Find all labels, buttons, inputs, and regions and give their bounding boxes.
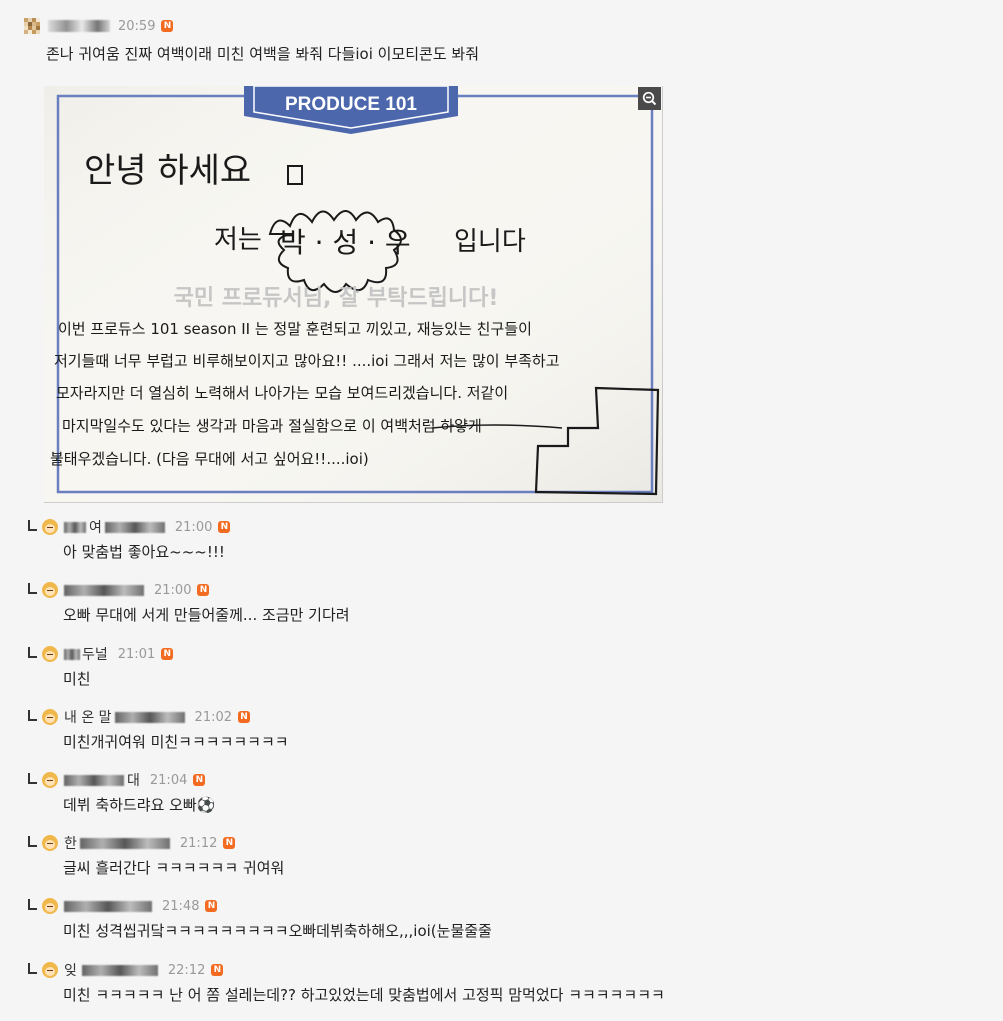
new-badge-icon: N <box>197 584 210 596</box>
comment-header: 여 21:00 N <box>28 517 231 537</box>
comment-nickname[interactable] <box>64 584 144 596</box>
reply-arrow-icon <box>28 519 37 531</box>
new-badge-icon: N <box>193 774 206 786</box>
avatar-icon[interactable] <box>42 772 58 788</box>
letter-photo[interactable]: PRODUCE 101 안녕 하세요 저는 박 · 성 · 우 입니다 국민 프… <box>44 86 663 503</box>
comment-time: 21:00 <box>154 582 192 598</box>
hand-body-line: 마지막일수도 있다는 생각과 마음과 절실함으로 이 여백처럼 하얗게 <box>62 417 482 435</box>
handwritten-greeting: 안녕 하세요 <box>84 151 251 191</box>
comment-time: 21:12 <box>179 835 218 851</box>
comment-time: 21:04 <box>149 772 188 788</box>
new-badge-icon: N <box>205 900 218 912</box>
zoom-out-icon[interactable] <box>638 87 661 110</box>
avatar-icon[interactable] <box>42 709 58 725</box>
letter-svg: PRODUCE 101 안녕 하세요 저는 박 · 성 · 우 입니다 국민 프… <box>44 86 662 502</box>
comment-time: 22:12 <box>167 962 206 978</box>
author-nickname-blurred[interactable] <box>48 20 110 32</box>
comment-time: 21:02 <box>194 709 233 725</box>
handwritten-intro-right: 입니다 <box>454 227 526 257</box>
comment-header: 대 21:04 N <box>28 770 206 790</box>
comment-header: 잊 22:12 N <box>28 960 224 980</box>
comment-item: 21:48 N 미친 성격씹귀닼ㅋㅋㅋㅋㅋㅋㅋㅋㅋ오빠데뷔축하해오,,,ioi(… <box>0 897 1003 957</box>
handwritten-name: 박 · 성 · 우 <box>280 226 411 259</box>
comment-header: 한 21:12 N <box>28 833 236 853</box>
avatar-icon[interactable] <box>42 582 58 598</box>
hand-body-line: 이번 프로듀스 101 season II 는 정말 훈련되고 끼있고, 재능있… <box>58 320 532 338</box>
nickname-text: 여 <box>89 520 102 536</box>
comment-nickname[interactable]: 대 <box>64 770 140 790</box>
comment-header: 21:00 N <box>28 581 210 599</box>
new-badge-icon: N <box>161 648 174 660</box>
comment-item: 여 21:00 N 아 맞춤법 좋아요~~~!!! <box>0 518 1003 578</box>
nickname-text: 잊 <box>64 963 77 979</box>
comment-text: 글씨 흘러간다 ㅋㅋㅋㅋㅋㅋ 귀여워 <box>63 859 285 877</box>
comment-text: 미친 성격씹귀닼ㅋㅋㅋㅋㅋㅋㅋㅋㅋ오빠데뷔축하해오,,,ioi(눈물줄줄 <box>63 922 492 940</box>
comment-item: 한 21:12 N 글씨 흘러간다 ㅋㅋㅋㅋㅋㅋ 귀여워 <box>0 834 1003 894</box>
post-header: 20:59 N <box>24 16 174 36</box>
comment-text: 미친 <box>63 670 91 688</box>
new-badge-icon: N <box>161 20 174 32</box>
comment-header: 내 온 말 21:02 N <box>28 707 251 727</box>
new-badge-icon: N <box>218 521 231 533</box>
new-badge-icon: N <box>223 837 236 849</box>
nickname-text: 두널 <box>82 647 108 663</box>
avatar-icon[interactable] <box>42 835 58 851</box>
comment-nickname[interactable]: 한 <box>64 833 170 853</box>
reply-arrow-icon <box>28 709 37 721</box>
reply-arrow-icon <box>28 962 37 974</box>
reply-arrow-icon <box>28 772 37 784</box>
comment-item: 내 온 말 21:02 N 미친개귀여워 미친ㅋㅋㅋㅋㅋㅋㅋㅋ <box>0 708 1003 768</box>
comment-header: 21:48 N <box>28 897 218 915</box>
comment-time: 21:48 <box>162 898 200 914</box>
comment-nickname[interactable]: 내 온 말 <box>64 707 185 727</box>
hand-body-line: 저기들때 너무 부럽고 비루해보이지고 많아요!! ....ioi 그래서 저는… <box>54 352 560 370</box>
new-badge-icon: N <box>238 711 251 723</box>
comment-nickname[interactable]: 잊 <box>64 960 158 980</box>
post-text: 존나 귀여움 진짜 여백이래 미친 여백을 봐줘 다들ioi 이모티콘도 봐줘 <box>46 45 480 63</box>
new-badge-icon: N <box>211 964 224 976</box>
comment-text: 오빠 무대에 서게 만들어줄께... 조금만 기다려 <box>63 606 350 624</box>
comment-nickname[interactable]: 여 <box>64 517 165 537</box>
nickname-text: 대 <box>127 773 140 789</box>
comment-text: 미친개귀여워 미친ㅋㅋㅋㅋㅋㅋㅋㅋ <box>63 733 289 751</box>
avatar-icon[interactable] <box>42 519 58 535</box>
hand-body-line: 불태우겠습니다. (다음 무대에 서고 싶어요!!....ioi) <box>50 450 369 468</box>
comment-nickname[interactable] <box>64 900 152 912</box>
hand-body-line: 모자라지만 더 열심히 노력해서 나아가는 모습 보여드리겠습니다. 저같이 <box>56 384 508 402</box>
comment-item: 두널 21:01 N 미친 <box>0 645 1003 705</box>
nickname-text: 한 <box>64 836 77 852</box>
avatar-icon[interactable] <box>42 898 58 914</box>
reply-arrow-icon <box>28 646 37 658</box>
reply-arrow-icon <box>28 898 37 910</box>
reply-arrow-icon <box>28 835 37 847</box>
comment-item: 대 21:04 N 데뷔 축하드랴요 오빠⚽ <box>0 771 1003 831</box>
comment-nickname[interactable]: 두널 <box>64 644 108 664</box>
post-time: 20:59 <box>118 18 156 34</box>
nickname-text: 내 온 말 <box>64 710 112 726</box>
produce-logo: PRODUCE 101 <box>285 94 417 115</box>
comment-item: 21:00 N 오빠 무대에 서게 만들어줄께... 조금만 기다려 <box>0 581 1003 641</box>
comment-text: 데뷔 축하드랴요 오빠⚽ <box>63 796 216 814</box>
avatar-icon[interactable] <box>42 962 58 978</box>
comment-header: 두널 21:01 N <box>28 644 174 664</box>
pixelated-avatar-icon[interactable] <box>24 18 40 34</box>
handwritten-intro-left: 저는 <box>214 225 262 255</box>
comment-time: 21:01 <box>117 646 156 662</box>
avatar-icon[interactable] <box>42 646 58 662</box>
comment-item: 잊 22:12 N 미친 ㅋㅋㅋㅋㅋ 난 어 쫌 설레는데?? 하고있었는데 맞… <box>0 961 1003 1021</box>
printed-slogan: 국민 프로듀서님, 잘 부탁드립니다! <box>174 286 499 311</box>
comment-text: 아 맞춤법 좋아요~~~!!! <box>63 543 225 561</box>
comment-time: 21:00 <box>174 519 213 535</box>
comment-text: 미친 ㅋㅋㅋㅋㅋ 난 어 쫌 설레는데?? 하고있었는데 맞춤법에서 고정픽 맘… <box>63 986 665 1004</box>
reply-arrow-icon <box>28 582 37 594</box>
